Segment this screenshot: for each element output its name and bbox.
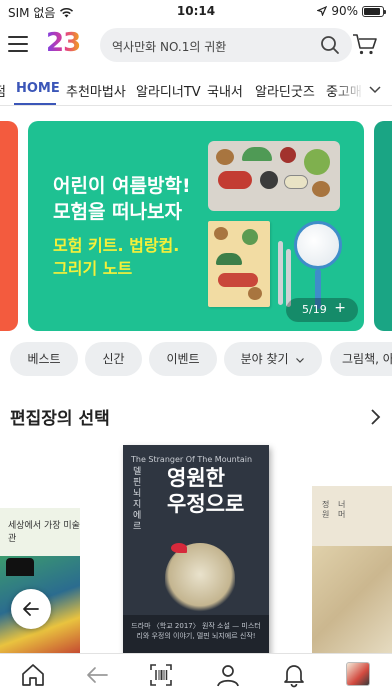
book-cover-featured[interactable]: The Stranger Of The Mountain 델핀 뇌지에르 영원한… [123, 445, 269, 657]
ladybug-sticker [280, 147, 296, 163]
plus-icon[interactable]: + [334, 300, 346, 316]
tab-recommend-wizard[interactable]: 추천마법사 [66, 81, 126, 100]
banner-subtitle-line2: 그리기 노트 [53, 259, 133, 278]
chevron-down-icon [296, 357, 305, 363]
banner-next-slide[interactable] [374, 121, 392, 331]
chip-picture-books[interactable]: 그림책, 아 [330, 342, 392, 376]
cart-icon[interactable] [352, 32, 378, 56]
tab-home[interactable]: HOME [16, 81, 60, 96]
banner-previous-slide[interactable] [0, 121, 18, 331]
chip-bestseller[interactable]: 베스트 [10, 342, 78, 376]
tab-partial-left[interactable]: 점 [0, 81, 6, 100]
book-main-illustration [165, 543, 235, 613]
chip-events[interactable]: 이벤트 [149, 342, 217, 376]
battery-icon [362, 5, 386, 17]
book-right-title-1: 정원 [322, 500, 330, 519]
pencil-image-2 [286, 249, 291, 307]
tab-fade [334, 72, 364, 105]
book-main-author: 델핀 뇌지에르 [133, 467, 142, 532]
banner-title-line2: 모험을 떠나보자 [53, 201, 182, 223]
banner-title: 어린이 여름방학! 모험을 떠나보자 [53, 173, 191, 225]
app-header: 23 역사만화 NO.1의 귀환 [0, 26, 392, 66]
profile-icon[interactable] [215, 662, 241, 688]
search-bar[interactable]: 역사만화 NO.1의 귀환 [100, 28, 352, 62]
tab-domestic-books[interactable]: 국내서 [207, 81, 243, 100]
book-right-title-2: 너머 [338, 500, 346, 519]
barcode-scan-icon[interactable] [148, 662, 174, 688]
book-left-title: 세상에서 가장 미술관 [8, 521, 80, 544]
book-left-figure [6, 558, 34, 576]
bear-sticker-2 [312, 181, 330, 197]
quick-filter-chips: 베스트 신간 이벤트 분야 찾기 그림책, 아 [0, 342, 392, 378]
app-logo[interactable]: 23 [46, 28, 81, 58]
chip-find-category-label: 분야 찾기 [240, 352, 289, 366]
badge-sticker [304, 149, 330, 175]
adventure-kit-image [208, 141, 340, 211]
book-right-art [312, 546, 392, 656]
status-right: 90% [317, 4, 386, 18]
bear-sticker [216, 149, 234, 165]
book-main-subtitle: The Stranger Of The Mountain [131, 455, 253, 464]
menu-icon[interactable] [8, 36, 28, 54]
sticker-notebook-image [208, 221, 270, 307]
battery-percent: 90% [331, 4, 358, 18]
arrow-left-icon [23, 602, 39, 616]
notebook-rainbow-sticker [216, 253, 242, 265]
chip-new-releases[interactable]: 신간 [85, 342, 142, 376]
notebook-label-sticker [218, 273, 258, 287]
book-main-title-line1: 영원한 [167, 465, 225, 490]
slide-counter-text: 5/19 [302, 303, 327, 316]
status-bar: SIM 없음 10:14 90% [0, 0, 392, 22]
banner-title-line1: 어린이 여름방학! [53, 175, 191, 197]
red-bird-image [171, 543, 187, 553]
notebook-leaf-sticker [242, 229, 258, 245]
book-cover-left[interactable]: 세상에서 가장 미술관 [0, 508, 80, 656]
pencil-image [278, 241, 283, 305]
tag-sticker [284, 175, 308, 189]
section-title-editors-pick: 편집장의 선택 [10, 409, 110, 429]
chip-find-category[interactable]: 분야 찾기 [224, 342, 322, 376]
home-icon[interactable] [20, 662, 46, 688]
book-main-band: 드라마 〈학교 2017〉 원작 소설 — 미스터리와 우정의 이야기, 델핀 … [123, 615, 269, 657]
slide-counter[interactable]: 5/19 + [286, 298, 358, 322]
book-main-title: 영원한 우정으로 [167, 465, 244, 517]
chevron-down-icon[interactable] [368, 82, 382, 96]
book-main-band-text: 드라마 〈학교 2017〉 원작 소설 — 미스터리와 우정의 이야기, 델핀 … [131, 622, 261, 640]
active-tab-indicator [14, 103, 56, 105]
category-tabs: 점 HOME 추천마법사 알라디너TV 국내서 알라딘굿즈 중고매 [0, 72, 392, 106]
tab-aladiner-tv[interactable]: 알라디너TV [136, 81, 201, 100]
search-placeholder[interactable]: 역사만화 NO.1의 귀환 [112, 38, 226, 55]
promo-banner[interactable]: 어린이 여름방학! 모험을 떠나보자 모험 키트. 법랑컵. 그리기 노트 5/… [28, 121, 364, 331]
book-cover-right[interactable]: 정원 너머 [312, 486, 392, 656]
battery-fill [364, 7, 381, 15]
chip-events-label: 이벤트 [166, 352, 200, 366]
bug-net-image [294, 221, 342, 269]
bottom-navigation [0, 653, 392, 696]
carousel-back-button[interactable] [11, 589, 51, 629]
tab-aladin-goods[interactable]: 알라딘굿즈 [255, 81, 315, 100]
chevron-right-icon[interactable] [368, 408, 382, 426]
bell-icon[interactable] [281, 662, 307, 688]
rainbow-sticker [242, 147, 272, 161]
location-arrow-icon [317, 6, 328, 16]
banner-subtitle-line1: 모험 키트. 법랑컵. [53, 236, 180, 255]
search-icon[interactable] [320, 35, 340, 55]
paw-sticker [260, 171, 278, 189]
book-main-title-line2: 우정으로 [167, 491, 245, 516]
label-sticker [218, 171, 252, 189]
banner-subtitle: 모험 키트. 법랑컵. 그리기 노트 [53, 234, 179, 280]
back-arrow-icon[interactable] [84, 662, 110, 688]
notebook-bear-sticker-2 [248, 287, 262, 300]
notebook-bear-sticker [214, 227, 228, 240]
recent-book-thumbnail[interactable] [346, 662, 370, 686]
